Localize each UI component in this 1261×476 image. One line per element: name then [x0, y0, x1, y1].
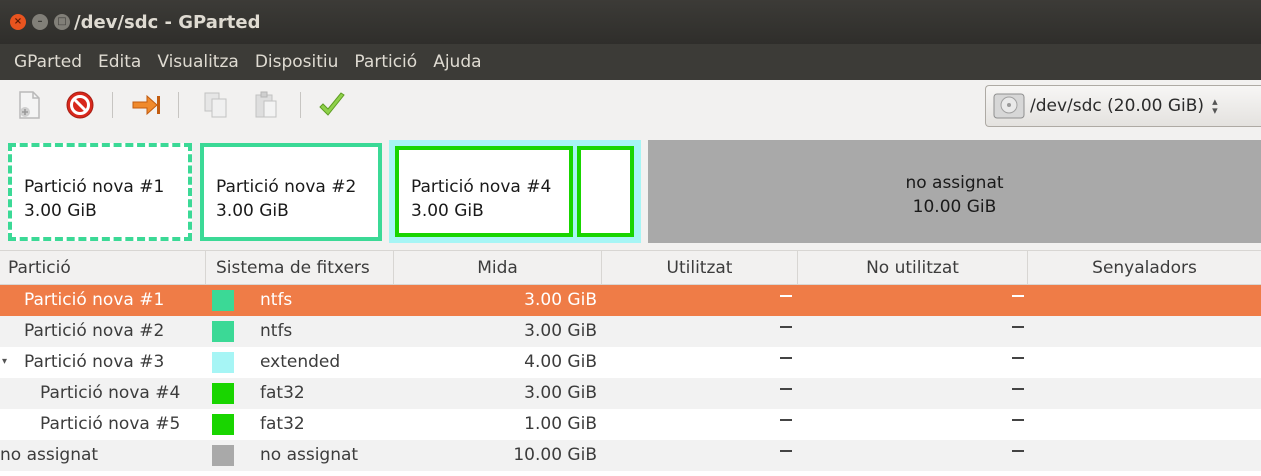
column-header-partition[interactable]: Partició — [0, 251, 206, 285]
chevron-updown-icon: ▴ ▾ — [1212, 95, 1218, 117]
column-header-size[interactable]: Mida — [394, 251, 602, 285]
copy-icon — [204, 92, 227, 118]
partition-cell: Partició nova #2 — [24, 321, 165, 341]
delete-button[interactable] — [64, 89, 96, 121]
filesystem-cell: ntfs — [260, 290, 293, 310]
used-cell — [780, 357, 792, 359]
table-row[interactable]: Partició nova #5 fat32 1.00 GiB — [0, 409, 1261, 440]
unallocated-size: 10.00 GiB — [912, 197, 997, 217]
hard-disk-icon — [993, 93, 1025, 119]
column-header-flags[interactable]: Senyaladors — [1028, 251, 1261, 285]
table-row[interactable]: ▾ Partició nova #3 extended 4.00 GiB — [0, 347, 1261, 378]
used-cell — [780, 388, 792, 390]
partition-cell: Partició nova #3 — [24, 352, 165, 372]
title-bar: × – □ /dev/sdc - GParted — [0, 0, 1261, 44]
column-header-unused[interactable]: No utilitzat — [798, 251, 1028, 285]
filesystem-cell: fat32 — [260, 383, 305, 403]
partition-size: 3.00 GiB — [411, 201, 484, 221]
table-header: Partició Sistema de fitxers Mida Utilitz… — [0, 250, 1261, 285]
delete-icon — [66, 91, 94, 119]
filesystem-cell: extended — [260, 352, 341, 372]
partition-cell: Partició nova #5 — [40, 414, 181, 434]
filesystem-color-swatch — [212, 445, 234, 466]
menu-gparted[interactable]: GParted — [6, 52, 90, 72]
filesystem-color-swatch — [212, 383, 234, 404]
menu-bar: GParted Edita Visualitza Dispositiu Part… — [0, 44, 1261, 80]
unused-cell — [1012, 295, 1024, 297]
used-cell — [780, 295, 792, 297]
menu-edit[interactable]: Edita — [90, 52, 149, 72]
partition-cell: no assignat — [0, 445, 99, 465]
paste-button[interactable] — [250, 89, 282, 121]
maximize-button[interactable]: □ — [54, 14, 70, 30]
apply-icon — [319, 92, 345, 116]
resize-move-icon — [132, 94, 160, 116]
disk-map-unallocated[interactable]: no assignat 10.00 GiB — [648, 140, 1261, 243]
unused-cell — [1012, 450, 1024, 452]
unused-cell — [1012, 388, 1024, 390]
disk-map-partition-4[interactable]: Partició nova #4 3.00 GiB — [395, 146, 573, 237]
partition-cell: Partició nova #1 — [24, 290, 165, 310]
size-cell: 3.00 GiB — [524, 383, 597, 403]
device-selector[interactable]: /dev/sdc (20.00 GiB) ▴ ▾ — [985, 85, 1261, 127]
filesystem-color-swatch — [212, 352, 234, 373]
table-row[interactable]: Partició nova #4 fat32 3.00 GiB — [0, 378, 1261, 409]
unused-cell — [1012, 326, 1024, 328]
window-controls: × – □ — [10, 14, 70, 30]
close-button[interactable]: × — [10, 14, 26, 30]
filesystem-color-swatch — [212, 414, 234, 435]
menu-device[interactable]: Dispositiu — [247, 52, 347, 72]
expander-icon[interactable]: ▾ — [2, 356, 7, 367]
partition-size: 3.00 GiB — [24, 201, 97, 221]
copy-button[interactable] — [200, 89, 232, 121]
unused-cell — [1012, 357, 1024, 359]
filesystem-cell: ntfs — [260, 321, 293, 341]
table-row[interactable]: Partició nova #2 ntfs 3.00 GiB — [0, 316, 1261, 347]
filesystem-cell: fat32 — [260, 414, 305, 434]
size-cell: 10.00 GiB — [513, 445, 597, 465]
menu-partition[interactable]: Partició — [346, 52, 425, 72]
toolbar-separator — [300, 92, 301, 118]
partition-size: 3.00 GiB — [216, 201, 289, 221]
window-title: /dev/sdc - GParted — [74, 12, 261, 33]
column-header-filesystem[interactable]: Sistema de fitxers — [206, 251, 394, 285]
paste-icon — [255, 91, 277, 118]
disk-map: Partició nova #1 3.00 GiB Partició nova … — [0, 139, 1261, 245]
size-cell: 3.00 GiB — [524, 290, 597, 310]
disk-map-partition-2[interactable]: Partició nova #2 3.00 GiB — [200, 143, 382, 241]
resize-move-button[interactable] — [130, 89, 162, 121]
apply-button[interactable] — [316, 89, 348, 121]
table-row[interactable]: Partició nova #1 ntfs 3.00 GiB — [0, 285, 1261, 316]
size-cell: 1.00 GiB — [524, 414, 597, 434]
column-header-used[interactable]: Utilitzat — [602, 251, 798, 285]
size-cell: 3.00 GiB — [524, 321, 597, 341]
toolbar-separator — [178, 92, 179, 118]
partition-table: Partició Sistema de fitxers Mida Utilitz… — [0, 250, 1261, 476]
table-row[interactable]: no assignat no assignat 10.00 GiB — [0, 440, 1261, 471]
new-partition-icon — [19, 91, 40, 119]
disk-map-partition-5[interactable] — [577, 146, 634, 237]
device-label: /dev/sdc (20.00 GiB) — [1030, 96, 1205, 116]
unused-cell — [1012, 419, 1024, 421]
size-cell: 4.00 GiB — [524, 352, 597, 372]
used-cell — [780, 326, 792, 328]
partition-name: Partició nova #2 — [216, 177, 357, 197]
unallocated-name: no assignat — [905, 173, 1004, 193]
disk-map-partition-1[interactable]: Partició nova #1 3.00 GiB — [8, 143, 192, 241]
used-cell — [780, 450, 792, 452]
filesystem-color-swatch — [212, 290, 234, 311]
toolbar-separator — [112, 92, 113, 118]
partition-name: Partició nova #4 — [411, 177, 552, 197]
menu-help[interactable]: Ajuda — [425, 52, 489, 72]
filesystem-cell: no assignat — [260, 445, 359, 465]
used-cell — [780, 419, 792, 421]
filesystem-color-swatch — [212, 321, 234, 342]
new-partition-button[interactable] — [14, 89, 46, 121]
minimize-button[interactable]: – — [32, 14, 48, 30]
partition-name: Partició nova #1 — [24, 177, 165, 197]
partition-cell: Partició nova #4 — [40, 383, 181, 403]
menu-view[interactable]: Visualitza — [149, 52, 246, 72]
